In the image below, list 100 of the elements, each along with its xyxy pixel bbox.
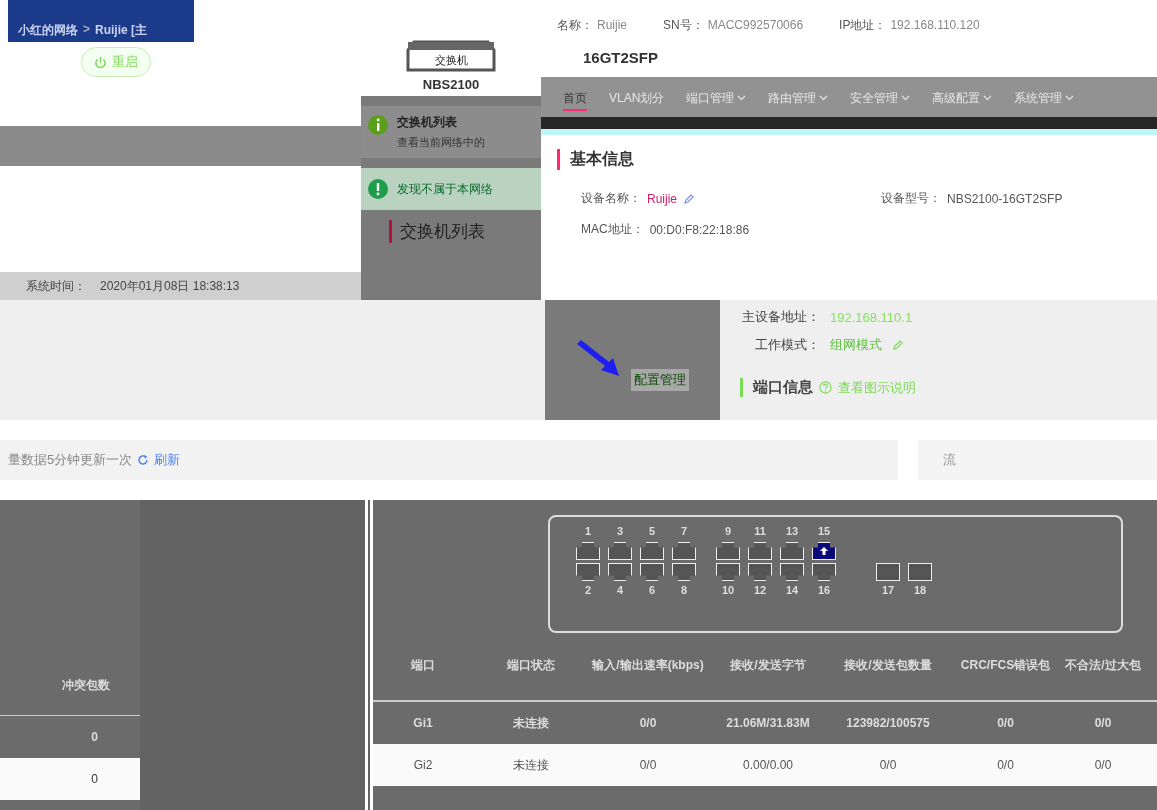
up-arrow-icon	[820, 547, 828, 555]
device-model-title: 16GT2SFP	[582, 48, 660, 68]
port-number: 18	[912, 584, 928, 598]
port-number: 15	[817, 525, 831, 539]
refresh-note: 量数据5分钟更新一次	[8, 451, 133, 469]
port-number: 13	[785, 525, 799, 539]
ethernet-port[interactable]	[576, 542, 600, 560]
summary-label: IP地址：	[839, 18, 887, 32]
sfp-port[interactable]	[908, 563, 932, 581]
switch-device-icon	[406, 40, 496, 74]
port-number: 6	[648, 584, 656, 598]
column-header: 接收/发送包数量	[843, 656, 933, 674]
ethernet-port[interactable]	[608, 542, 632, 560]
info-text: 查看当前网络中的	[397, 135, 485, 150]
port-number: 9	[724, 525, 732, 539]
table-cell-text: 0/0	[638, 758, 658, 772]
chevron-down-icon	[819, 95, 829, 101]
field-label: 设备名称：	[581, 190, 641, 207]
field-value: 组网模式	[830, 336, 882, 354]
port-number: 7	[680, 525, 688, 539]
chevron-down-icon	[983, 95, 993, 101]
field-value: Ruijie	[647, 191, 677, 206]
port-number: 11	[754, 525, 766, 539]
nav-tab[interactable]: 高级配置	[932, 87, 993, 109]
column-header: 冲突包数	[62, 676, 110, 694]
table-cell-text: 未连接	[511, 756, 550, 774]
summary-label: SN号：	[663, 18, 704, 32]
ethernet-port[interactable]	[780, 542, 804, 560]
nav-tab[interactable]: 安全管理	[850, 87, 911, 109]
table-cell: 0	[91, 730, 98, 744]
device-image-label: 交换机	[433, 53, 469, 68]
ethernet-port[interactable]	[812, 563, 836, 581]
restart-button[interactable]: 重启	[81, 47, 151, 77]
column-header: 输入/输出速率(kbps)	[590, 656, 705, 674]
port-number: 5	[648, 525, 656, 539]
breadcrumb-link[interactable]: 小红的网络	[18, 22, 78, 42]
table-cell-text: 0/0	[996, 758, 1015, 772]
port-number: 1	[584, 525, 592, 539]
nav-tab[interactable]: 路由管理	[768, 87, 829, 109]
column-header: 接收/发送字节	[729, 656, 807, 674]
system-time-label: 系统时间：	[26, 277, 86, 295]
table-cell-text: Gi1	[412, 716, 434, 730]
port-number: 4	[616, 584, 624, 598]
power-icon	[94, 55, 107, 69]
ethernet-port[interactable]	[780, 563, 804, 581]
ethernet-port[interactable]	[608, 563, 632, 581]
summary-value: MACC992570066	[707, 18, 804, 32]
port-number: 10	[721, 584, 735, 598]
nav-tab[interactable]: 系统管理	[1014, 87, 1075, 109]
ethernet-port[interactable]	[640, 542, 664, 560]
field-value: 192.168.110.1	[830, 309, 913, 325]
port-number: 17	[880, 584, 896, 598]
summary-label: 名称：	[557, 18, 593, 32]
ethernet-port[interactable]	[640, 563, 664, 581]
panel-title: 流	[943, 451, 956, 469]
sfp-port[interactable]	[876, 563, 900, 581]
field-value: 00:D0:F8:22:18:86	[649, 222, 750, 237]
ethernet-port[interactable]	[672, 563, 696, 581]
table-cell-text: 0/0	[1093, 716, 1113, 730]
ethernet-port[interactable]	[748, 563, 772, 581]
column-header: CRC/FCS错误包	[959, 656, 1052, 674]
pencil-icon[interactable]	[683, 192, 695, 205]
table-cell-text: 未连接	[511, 714, 550, 732]
refresh-link[interactable]: 刷新	[154, 451, 181, 469]
summary-value: Ruijie	[597, 18, 627, 32]
config-link[interactable]: 配置管理	[631, 369, 689, 391]
ethernet-port[interactable]	[716, 542, 740, 560]
help-link[interactable]: 查看图示说明	[838, 378, 916, 397]
ethernet-port[interactable]	[748, 542, 772, 560]
table-cell-text: 0.00/0.00	[741, 758, 794, 772]
port-number: 14	[785, 584, 799, 598]
ethernet-port[interactable]	[576, 563, 600, 581]
refresh-icon	[137, 454, 150, 466]
help-icon	[819, 381, 832, 394]
field-label: 主设备地址：	[741, 308, 820, 326]
chevron-down-icon	[901, 95, 911, 101]
table-cell: 0	[91, 772, 98, 786]
port-number: 8	[680, 584, 688, 598]
port-number: 12	[753, 584, 767, 598]
port-number: 16	[817, 584, 831, 598]
field-value: NBS2100-16GT2SFP	[947, 191, 1063, 206]
column-header: 不合法/过大包	[1064, 656, 1142, 674]
nav-tab[interactable]: 端口管理	[686, 87, 747, 109]
table-cell-text: 123982/100575	[845, 716, 931, 730]
system-time-value: 2020年01月08日 18:38:13	[100, 277, 240, 295]
ethernet-port[interactable]	[672, 542, 696, 560]
table-cell-text: 0/0	[1093, 758, 1113, 772]
table-cell-text: 0/0	[996, 716, 1015, 730]
table-cell-text: 0/0	[878, 758, 898, 772]
ethernet-port[interactable]	[812, 542, 836, 560]
column-header: 端口	[410, 656, 436, 674]
nav-tab[interactable]: 首页	[563, 87, 587, 111]
section-title: 端口信息	[753, 378, 813, 397]
nav-tab[interactable]: VLAN划分	[609, 87, 665, 109]
ethernet-port[interactable]	[716, 563, 740, 581]
field-label: 设备型号：	[881, 190, 941, 207]
chevron-down-icon	[1065, 95, 1075, 101]
section-title: 基本信息	[557, 149, 1141, 170]
exclamation-icon	[367, 178, 389, 200]
column-header: 端口状态	[505, 656, 556, 674]
